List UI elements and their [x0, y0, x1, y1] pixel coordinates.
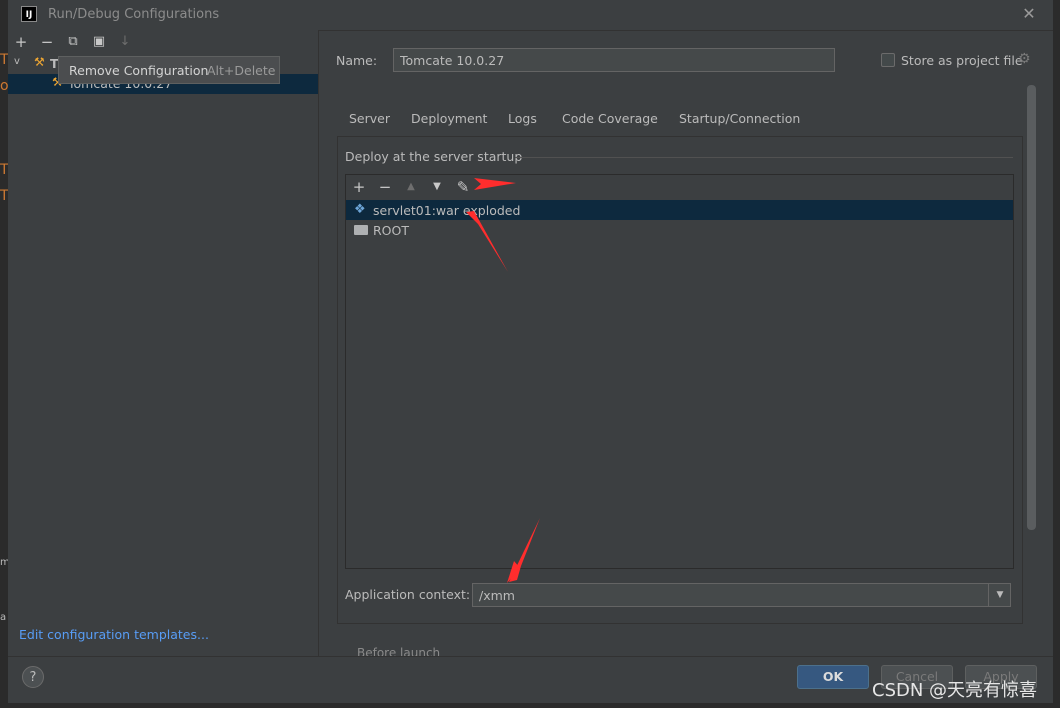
watermark: CSDN @天亮有惊喜: [872, 680, 1038, 701]
annotation-arrows: [466, 178, 540, 583]
annotation-arrow: [466, 211, 508, 272]
annotation-arrow: [474, 178, 516, 190]
